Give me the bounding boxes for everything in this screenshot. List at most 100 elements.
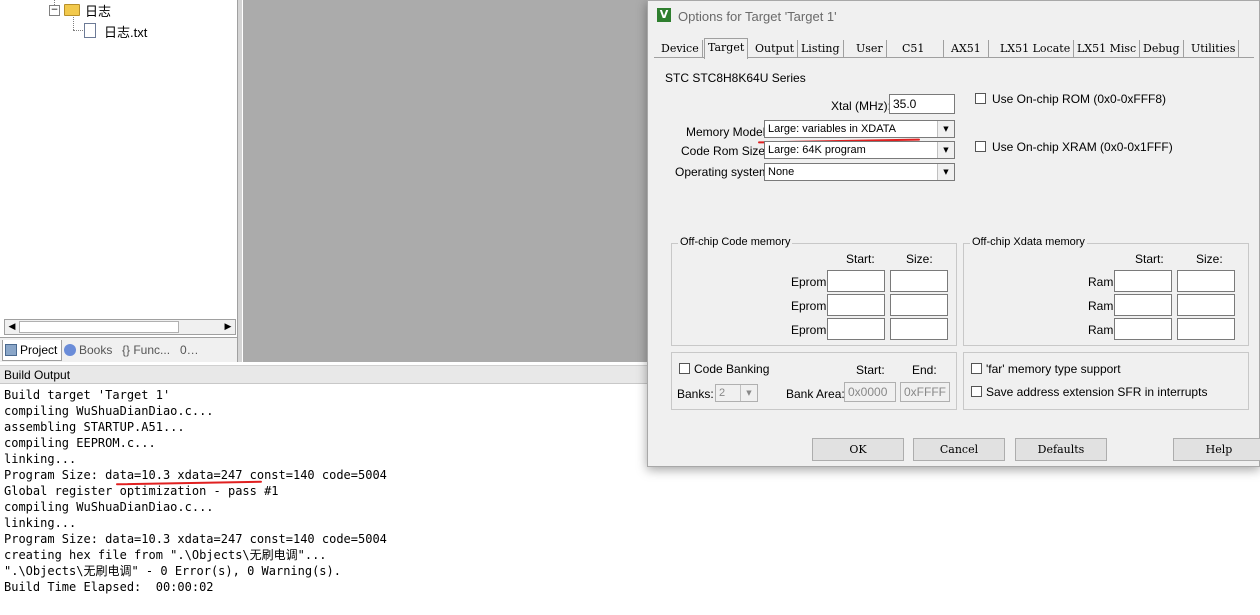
os-value: None [768,166,795,178]
tab-listing[interactable]: Listing [798,40,844,58]
xtal-label: Xtal (MHz): [831,99,891,113]
ram-start-input[interactable] [1114,294,1172,316]
os-label: Operating system: [675,165,773,179]
eprom-size-input[interactable] [890,318,948,340]
project-panel: − 日志 日志.txt ◀ ▶ Project Books {} Func...… [0,0,242,377]
ram-label: Ram [1088,275,1114,289]
dialog-titlebar[interactable]: V Options for Target 'Target 1' [648,1,1259,31]
scroll-left-icon[interactable]: ◀ [5,320,19,334]
eprom-start-input[interactable] [827,294,885,316]
tab-project[interactable]: Project [2,340,62,361]
code-banking-label: Code Banking [694,362,770,376]
build-line: creating hex file from ".\Objects\无刷电调".… [4,548,327,562]
dropdown-arrow-icon[interactable]: ▼ [937,142,954,158]
far-memory-label: 'far' memory type support [986,362,1121,376]
offchip-xdata-group: Off-chip Xdata memory Start: Size: Ram R… [963,236,1249,346]
horizontal-scrollbar[interactable]: ◀ ▶ [4,319,236,335]
offchip-xdata-title: Off-chip Xdata memory [970,236,1087,248]
tab-project-label: Project [20,343,58,357]
banks-select[interactable]: 2 ▼ [715,384,758,402]
collapse-icon[interactable]: − [49,5,60,16]
far-memory-group: 'far' memory type support Save address e… [963,352,1249,410]
tree-line [73,17,74,30]
tab-lx51-locate[interactable]: LX51 Locate [997,40,1075,58]
code-rom-label: Code Rom Size: [681,144,769,158]
ram-size-input[interactable] [1177,294,1235,316]
save-sfr-checkbox[interactable] [971,386,982,397]
banks-value: 2 [719,387,726,399]
project-tab-bar: Project Books {} Func... 0… Temp... [0,337,242,377]
tab-debug[interactable]: Debug [1140,40,1184,58]
onchip-rom-label: Use On-chip ROM (0x0-0xFFF8) [992,92,1167,106]
panel-splitter[interactable] [237,0,242,362]
tree-folder-label[interactable]: 日志 [85,1,111,20]
tab-output[interactable]: Output [752,40,799,58]
books-icon [64,344,76,356]
tab-utilities[interactable]: Utilities [1188,40,1240,58]
ram-label: Ram [1088,299,1114,313]
scroll-thumb[interactable] [19,321,179,333]
ram-size-input[interactable] [1177,270,1235,292]
eprom-size-input[interactable] [890,294,948,316]
eprom-label: Eprom [791,323,827,337]
tab-books-label: Books [79,343,113,357]
cancel-button[interactable]: Cancel [913,438,1005,461]
far-memory-checkbox[interactable] [971,363,982,374]
scroll-right-icon[interactable]: ▶ [221,320,235,334]
tab-templates[interactable]: 0… Temp... [178,340,240,377]
onchip-xram-label: Use On-chip XRAM (0x0-0x1FFF) [992,140,1173,154]
options-dialog: V Options for Target 'Target 1' Device T… [647,0,1260,467]
bank-start-label: Start: [856,363,885,377]
code-rom-value: Large: 64K program [768,144,866,156]
tab-device[interactable]: Device [658,40,703,58]
tab-functions[interactable]: {} Func... [120,340,178,360]
code-size-label: Size: [906,252,933,266]
eprom-label: Eprom [791,275,827,289]
banks-label: Banks: [677,387,714,401]
build-line: linking... [4,452,77,466]
dropdown-arrow-icon[interactable]: ▼ [937,121,954,137]
tab-c51[interactable]: C51 [899,40,944,58]
build-line: compiling WuShuaDianDiao.c... [4,404,214,418]
os-select[interactable]: None ▼ [764,163,955,181]
folder-open-icon [64,4,80,16]
build-line: Program Size: data=10.3 xdata=247 const=… [4,532,387,546]
build-line: compiling EEPROM.c... [4,436,156,450]
tab-functions-label: {} Func... [122,343,171,357]
tree-file-label[interactable]: 日志.txt [104,22,147,41]
memory-model-select[interactable]: Large: variables in XDATA ▼ [764,120,955,138]
tab-ax51[interactable]: AX51 [948,40,989,58]
tree-line [73,30,83,31]
memory-model-label: Memory Model: [686,125,769,139]
project-icon [5,344,17,356]
ram-size-input[interactable] [1177,318,1235,340]
bank-end-label: End: [912,363,937,377]
build-line: Build target 'Target 1' [4,388,171,402]
tab-user[interactable]: User [853,40,887,58]
build-output-header: Build Output [0,365,660,384]
dropdown-arrow-icon[interactable]: ▼ [937,164,954,180]
eprom-size-input[interactable] [890,270,948,292]
ok-button[interactable]: OK [812,438,904,461]
build-line: ".\Objects\无刷电调" - 0 Error(s), 0 Warning… [4,564,341,578]
text-file-icon [84,23,96,38]
ram-start-input[interactable] [1114,318,1172,340]
code-rom-select[interactable]: Large: 64K program ▼ [764,141,955,159]
eprom-label: Eprom [791,299,827,313]
help-button[interactable]: Help [1173,438,1260,461]
tab-books[interactable]: Books [62,340,118,360]
eprom-start-input[interactable] [827,318,885,340]
onchip-rom-checkbox[interactable] [975,93,986,104]
tab-lx51-misc[interactable]: LX51 Misc [1074,40,1141,58]
ram-start-input[interactable] [1114,270,1172,292]
target-tab-panel: STC STC8H8K64U Series Xtal (MHz): 35.0 U… [654,57,1254,432]
eprom-start-input[interactable] [827,270,885,292]
bank-area-start-input[interactable]: 0x0000 [844,382,896,402]
code-banking-checkbox[interactable] [679,363,690,374]
bank-area-end-input[interactable]: 0xFFFF [900,382,950,402]
xtal-input[interactable]: 35.0 [889,94,955,114]
dropdown-arrow-icon[interactable]: ▼ [740,385,757,401]
onchip-xram-checkbox[interactable] [975,141,986,152]
defaults-button[interactable]: Defaults [1015,438,1107,461]
tab-target[interactable]: Target [704,38,749,59]
